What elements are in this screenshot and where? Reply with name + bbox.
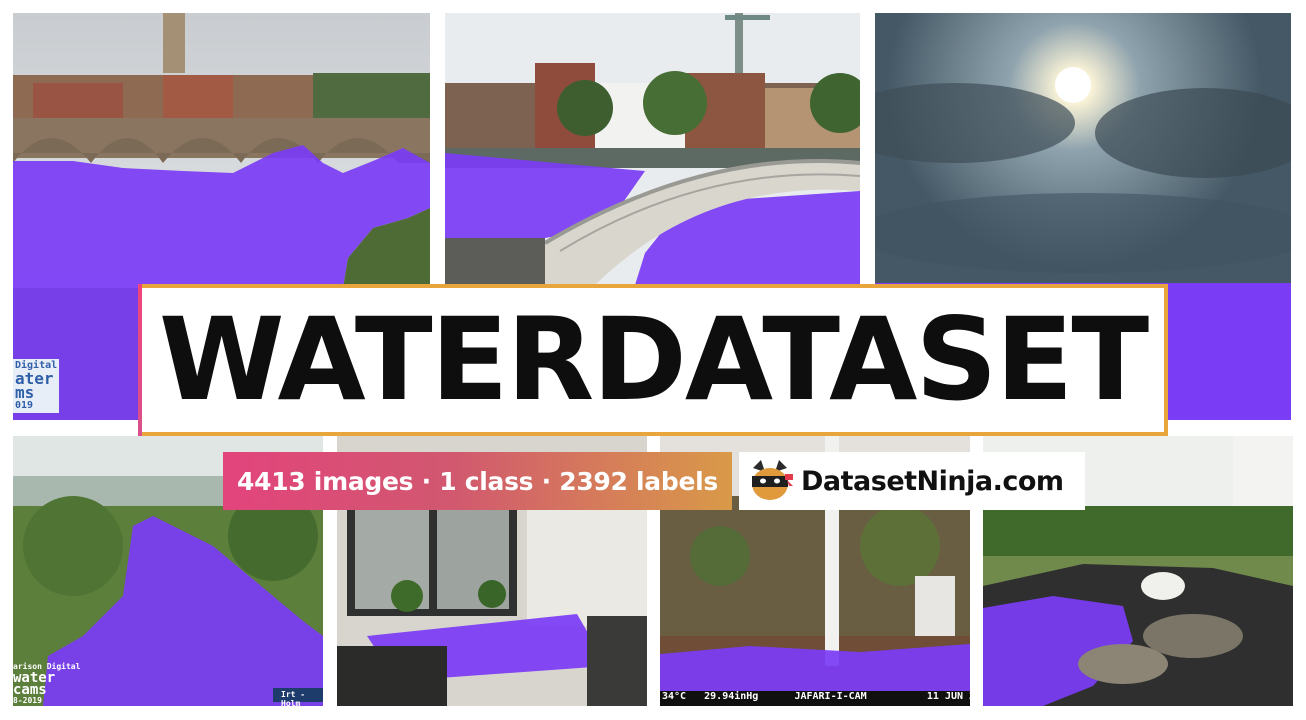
watermark-location: Irt - Holm (281, 690, 306, 706)
watermark-water-cams-left: arison Digital water cams 8-2019 (13, 662, 81, 705)
dataset-title-banner: WATERDATASET (138, 284, 1168, 436)
brand-name: DatasetNinja.com (801, 465, 1064, 497)
camera-info-bar: 34°C 29.94inHg JAFARI-I-CAM 11 JUN 2018 (662, 691, 970, 702)
dataset-title: WATERDATASET (158, 293, 1149, 426)
brand-badge[interactable]: DatasetNinja.com (739, 452, 1085, 510)
ninja-cat-icon (752, 460, 793, 500)
dataset-stats-badge: 4413 images · 1 class · 2392 labels (223, 452, 732, 510)
watermark-water-cams: Digital ater ms 019 (13, 359, 60, 413)
image-tile-city-bridge (445, 13, 860, 285)
